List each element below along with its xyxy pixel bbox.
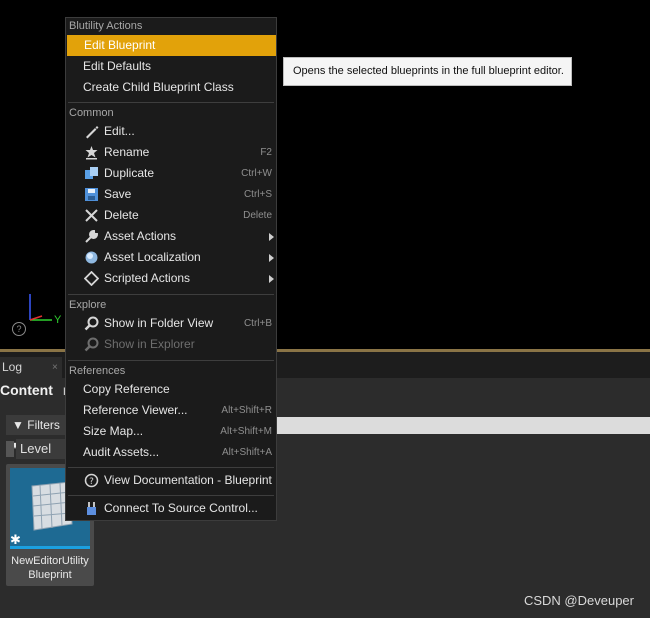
- menu-item-label: Edit...: [104, 124, 135, 138]
- menu-item-asset-localization[interactable]: Asset Localization: [66, 247, 276, 268]
- menu-item-duplicate[interactable]: Duplicate Ctrl+W: [66, 163, 276, 184]
- asset-name: NewEditorUtility Blueprint: [6, 554, 94, 582]
- filters-button[interactable]: ▼ Filters ▾: [6, 415, 68, 452]
- menu-item-label: Audit Assets...: [83, 445, 160, 459]
- asset-name-line2: Blueprint: [28, 569, 72, 581]
- shortcut-label: Alt+Shift+R: [221, 405, 272, 416]
- tooltip: Opens the selected blueprints in the ful…: [283, 57, 572, 86]
- menu-item-reference-viewer[interactable]: Reference Viewer... Alt+Shift+R: [66, 400, 276, 421]
- duplicate-icon: [85, 167, 98, 179]
- wrench-icon: [85, 230, 98, 243]
- delete-icon: [85, 209, 98, 222]
- menu-item-label: Reference Viewer...: [83, 403, 188, 417]
- y-axis-label: Y: [54, 314, 62, 326]
- help-icon[interactable]: ?: [12, 322, 26, 336]
- shortcut-label: Alt+Shift+A: [221, 447, 272, 458]
- globe-icon: [85, 251, 98, 264]
- submenu-arrow-icon: [269, 275, 274, 283]
- menu-item-label: Show in Folder View: [104, 316, 214, 330]
- shortcut-label: F2: [260, 147, 272, 158]
- menu-item-delete[interactable]: Delete Delete: [66, 205, 276, 226]
- level-filter[interactable]: Level: [6, 439, 68, 459]
- menu-item-asset-actions[interactable]: Asset Actions: [66, 226, 276, 247]
- menu-item-view-documentation[interactable]: ? View Documentation - Blueprint: [66, 470, 276, 491]
- submenu-arrow-icon: [269, 254, 274, 262]
- tab-log[interactable]: Log ×: [0, 357, 62, 378]
- menu-item-show-in-folder-view[interactable]: Show in Folder View Ctrl+B: [66, 313, 276, 334]
- context-menu: Blutility Actions Edit Blueprint Edit De…: [65, 17, 277, 521]
- menu-item-label: Connect To Source Control...: [104, 501, 258, 515]
- close-icon[interactable]: ×: [52, 357, 58, 378]
- save-icon: [85, 188, 98, 201]
- menu-divider: [68, 360, 274, 361]
- menu-item-label: Scripted Actions: [104, 271, 191, 285]
- watermark: CSDN @Deveuper: [523, 593, 634, 608]
- menu-item-label: Asset Localization: [104, 250, 201, 264]
- menu-item-label: Edit Blueprint: [84, 38, 156, 52]
- menu-item-label: Asset Actions: [104, 229, 177, 243]
- search-input[interactable]: [276, 417, 650, 434]
- content-title-label: Content: [0, 382, 53, 398]
- svg-text:?: ?: [89, 477, 94, 487]
- shortcut-label: Ctrl+B: [243, 318, 272, 329]
- menu-item-scripted-actions[interactable]: Scripted Actions: [66, 268, 276, 289]
- menu-item-size-map[interactable]: Size Map... Alt+Shift+M: [66, 421, 276, 442]
- menu-item-label: Show in Explorer: [104, 337, 195, 351]
- menu-item-label: Copy Reference: [83, 382, 170, 396]
- menu-divider: [68, 467, 274, 468]
- section-common: Common: [69, 107, 114, 119]
- menu-item-label: View Documentation - Blueprint: [104, 473, 272, 487]
- menu-item-label: Edit Defaults: [83, 59, 152, 73]
- menu-item-edit-defaults[interactable]: Edit Defaults: [66, 56, 276, 77]
- menu-item-edit[interactable]: Edit...: [66, 121, 276, 142]
- menu-item-rename[interactable]: Rename F2: [66, 142, 276, 163]
- menu-item-connect-source-control[interactable]: Connect To Source Control...: [66, 498, 276, 519]
- shortcut-label: Ctrl+S: [243, 189, 272, 200]
- axis-gizmo: Y ?: [10, 290, 70, 340]
- diamond-icon: [84, 271, 99, 286]
- section-explore: Explore: [69, 299, 107, 311]
- asset-type-bar: [10, 546, 90, 549]
- menu-item-show-in-explorer[interactable]: Show in Explorer: [66, 334, 276, 355]
- rename-icon: [85, 146, 98, 160]
- filters-label: Filters: [27, 418, 60, 432]
- menu-divider: [68, 294, 274, 295]
- menu-item-label: Create Child Blueprint Class: [83, 80, 234, 94]
- menu-item-label: Delete: [104, 208, 139, 222]
- shortcut-label: Ctrl+W: [241, 168, 272, 179]
- submenu-arrow-icon: [269, 233, 274, 241]
- asset-name-line1: NewEditorUtility: [11, 555, 89, 567]
- section-blutility: Blutility Actions: [69, 20, 143, 32]
- pencil-icon: [86, 126, 99, 139]
- section-references: References: [69, 365, 126, 377]
- menu-divider: [68, 495, 274, 496]
- magnifier-icon: [84, 337, 99, 352]
- source-control-icon: [87, 502, 96, 515]
- menu-item-edit-blueprint[interactable]: Edit Blueprint: [67, 35, 276, 56]
- menu-item-copy-reference[interactable]: Copy Reference: [66, 379, 276, 400]
- level-filter-label: Level: [16, 439, 68, 459]
- content-title: Contentr: [0, 382, 68, 398]
- shortcut-label: Delete: [243, 210, 272, 221]
- menu-item-audit-assets[interactable]: Audit Assets... Alt+Shift+A: [66, 442, 276, 463]
- level-checkbox[interactable]: [6, 441, 14, 457]
- menu-item-label: Rename: [104, 145, 150, 159]
- help-circle-icon: ?: [84, 473, 99, 488]
- shortcut-label: Alt+Shift+M: [220, 426, 272, 437]
- menu-divider: [68, 102, 274, 103]
- menu-item-label: Save: [104, 187, 132, 201]
- magnifier-icon: [84, 316, 99, 331]
- menu-item-label: Size Map...: [83, 424, 144, 438]
- menu-item-label: Duplicate: [104, 166, 155, 180]
- filter-icon: ▼: [12, 418, 24, 432]
- menu-item-create-child-blueprint[interactable]: Create Child Blueprint Class: [66, 77, 276, 98]
- tab-log-label: Log: [2, 360, 23, 374]
- menu-item-save[interactable]: Save Ctrl+S: [66, 184, 276, 205]
